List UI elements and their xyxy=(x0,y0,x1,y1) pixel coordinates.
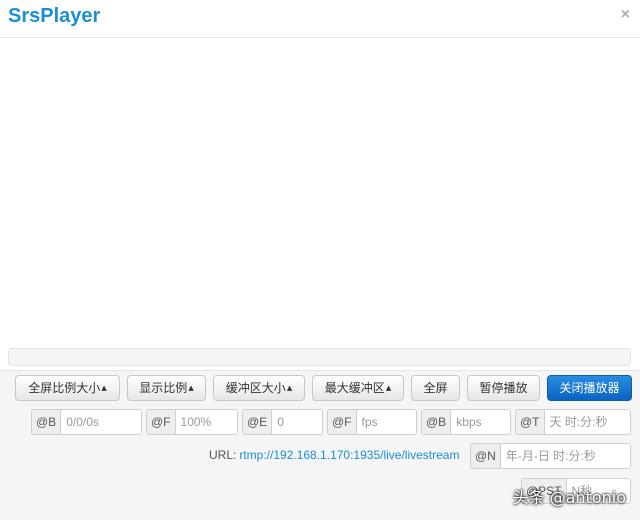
bitrate-stat: @B kbps xyxy=(421,409,511,435)
bitrate-stat-value: kbps xyxy=(456,415,482,429)
clock-stat-value: 年-月-日 时:分:秒 xyxy=(505,449,596,463)
fps-stat-value: fps xyxy=(361,415,378,429)
clock-stat: @N 年-月-日 时:分:秒 xyxy=(470,443,631,469)
url-label: URL: xyxy=(209,448,237,462)
buffer-stat-prefix: @E xyxy=(243,410,273,434)
time-stat-prefix: @B xyxy=(32,410,62,434)
caret-up-icon: ▲ xyxy=(286,384,293,392)
clock-stat-prefix: @N xyxy=(471,444,501,468)
url-row: URL: rtmp://192.168.1.170:1935/live/lives… xyxy=(209,448,459,462)
time-stat-value: 0/0/0s xyxy=(66,415,99,429)
caret-up-icon: ▲ xyxy=(385,384,392,392)
fullscreen-button[interactable]: 全屏 xyxy=(411,375,460,401)
buffer-stat: @E 0 xyxy=(242,409,323,435)
fps-stat-prefix: @F xyxy=(328,410,357,434)
display-ratio-label: 显示比例 xyxy=(139,381,188,395)
app-title: SrsPlayer xyxy=(8,5,101,27)
close-player-label: 关闭播放器 xyxy=(559,381,620,395)
buffer-stat-value: 0 xyxy=(277,415,284,429)
bitrate-stat-prefix: @B xyxy=(422,410,452,434)
control-panel: 全屏比例大小▲ 显示比例▲ 缓冲区大小▲ 最大缓冲区▲ 全屏 暂停播放 关闭播放… xyxy=(0,370,640,520)
display-ratio-button[interactable]: 显示比例▲ xyxy=(127,375,206,401)
volume-stat-value: 100% xyxy=(180,415,212,429)
caret-up-icon: ▲ xyxy=(101,384,107,392)
fullscreen-ratio-label: 全屏比例大小 xyxy=(28,381,101,395)
progress-bar[interactable] xyxy=(8,348,631,366)
close-player-button[interactable]: 关闭播放器 xyxy=(547,375,632,401)
pause-button[interactable]: 暂停播放 xyxy=(467,375,540,401)
uptime-stat: @T 天 时:分:秒 xyxy=(515,409,631,435)
buffer-size-button[interactable]: 缓冲区大小▲ xyxy=(213,375,305,401)
video-area[interactable] xyxy=(0,39,640,347)
fps-stat: @F fps xyxy=(327,409,417,435)
uptime-stat-prefix: @T xyxy=(516,410,545,434)
volume-stat-prefix: @F xyxy=(147,410,176,434)
volume-stat: @F 100% xyxy=(146,409,238,435)
fullscreen-ratio-button[interactable]: 全屏比例大小▲ xyxy=(15,375,120,401)
uptime-stat-value: 天 时:分:秒 xyxy=(549,415,608,429)
stream-url-link[interactable]: rtmp://192.168.1.170:1935/live/livestrea… xyxy=(239,448,459,462)
time-stat: @B 0/0/0s xyxy=(31,409,142,435)
close-icon[interactable]: × xyxy=(621,6,630,24)
title-bar: SrsPlayer × xyxy=(0,0,640,38)
caret-up-icon: ▲ xyxy=(188,384,194,392)
fullscreen-label: 全屏 xyxy=(423,381,448,395)
buffer-size-label: 缓冲区大小 xyxy=(225,381,286,395)
pause-label: 暂停播放 xyxy=(479,381,528,395)
max-buffer-button[interactable]: 最大缓冲区▲ xyxy=(312,375,404,401)
watermark: 头条 @antonio xyxy=(512,488,626,507)
max-buffer-label: 最大缓冲区 xyxy=(324,381,385,395)
